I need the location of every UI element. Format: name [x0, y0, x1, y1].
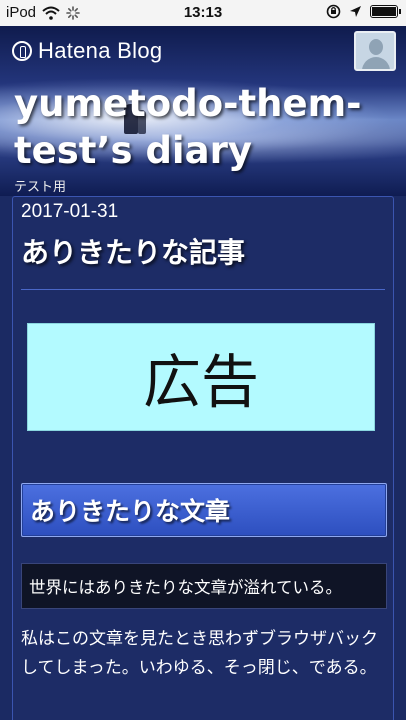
blog-header: Hatena Blog yumetodo-them-test’s diary テ… — [0, 26, 406, 196]
section-heading-text: ありきたりな文章 — [30, 497, 231, 526]
user-avatar[interactable] — [354, 31, 396, 71]
blockquote: 世界にはありきたりな文章が溢れている。 — [21, 563, 387, 609]
hatena-blog-logo[interactable]: Hatena Blog — [12, 38, 162, 64]
brand-name: Hatena Blog — [38, 38, 163, 63]
entry-date[interactable]: 2017-01-31 — [21, 201, 118, 223]
ad-banner[interactable]: 広告 — [27, 323, 375, 431]
status-right — [326, 4, 401, 19]
location-arrow-icon — [350, 6, 361, 17]
entry-card: 2017-01-31 ありきたりな記事 広告 ありきたりな文章 世界にはありきた… — [12, 196, 394, 720]
rotation-lock-icon — [326, 4, 341, 19]
title-divider — [21, 289, 385, 290]
avatar-head-icon — [369, 39, 383, 55]
entry-title[interactable]: ありきたりな記事 — [21, 231, 245, 271]
section-heading: ありきたりな文章 — [21, 483, 387, 537]
blockquote-text: 世界にはありきたりな文章が溢れている。 — [29, 578, 343, 597]
battery-icon — [370, 5, 401, 18]
avatar-body-icon — [362, 57, 390, 69]
blog-title[interactable]: yumetodo-them-test’s diary — [14, 80, 404, 174]
hatena-pen-icon — [12, 41, 32, 61]
ad-label: 広告 — [142, 348, 259, 416]
body-paragraph: 私はこの文章を見たとき思わずブラウザバックしてしまった。いわゆる、そっ閉じ、であ… — [21, 629, 378, 678]
status-bar: iPod 13:13 — [0, 0, 406, 26]
battery-fill — [372, 7, 396, 16]
blog-description: テスト用 — [14, 180, 67, 195]
